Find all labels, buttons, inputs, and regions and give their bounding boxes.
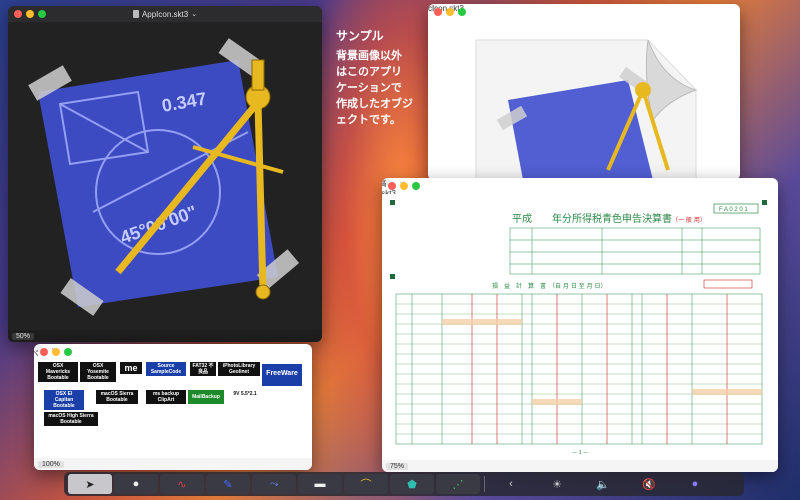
date-box bbox=[703, 279, 753, 289]
minimize-button[interactable] bbox=[400, 182, 408, 190]
form-code: F A 0 2 0 1 bbox=[719, 207, 748, 213]
chevron-down-icon[interactable]: ⌄ bbox=[191, 10, 197, 18]
label-fat32[interactable]: FAT32 不良品 bbox=[190, 362, 216, 376]
corner-mark bbox=[390, 200, 395, 205]
caption-text: サンプル 背景画像以外 はこのアプリ ケーションで 作成したオブジ ェクトです。 bbox=[336, 28, 413, 128]
form-title: 平成 年分所得税青色申告決算書 bbox=[512, 212, 672, 225]
appicon-titlebar[interactable]: AppIcon.skt3 ⌄ bbox=[8, 6, 322, 22]
caption-line: 作成したオブジ bbox=[336, 98, 413, 110]
corner-mark bbox=[762, 200, 767, 205]
zoom-button[interactable] bbox=[412, 182, 420, 190]
window-controls bbox=[434, 8, 466, 16]
arrow-tool-icon[interactable]: ➤ bbox=[68, 474, 112, 494]
label-osx-yosemite[interactable]: OSX Yosemite Bootable bbox=[80, 362, 116, 382]
zoom-level[interactable]: 75% bbox=[386, 462, 409, 470]
page-number: — 1 — bbox=[572, 450, 588, 456]
collapse-icon[interactable]: ‹ bbox=[489, 474, 533, 494]
label-macos-sierra[interactable]: macOS Sierra Bootable bbox=[96, 390, 138, 404]
siri-icon[interactable]: ● bbox=[673, 474, 717, 494]
zoom-bar: 75% bbox=[382, 460, 778, 472]
minimize-button[interactable] bbox=[52, 348, 60, 356]
bezier-tool-icon[interactable]: ⤳ bbox=[252, 474, 296, 494]
caption-line: ケーションで bbox=[336, 82, 402, 94]
mute-icon[interactable]: 🔇 bbox=[627, 474, 671, 494]
freehand-tool-icon[interactable]: ∿ bbox=[160, 474, 204, 494]
label-osx-mavericks[interactable]: OSX Mavericks Bootable bbox=[38, 362, 78, 382]
label-source-samplecode[interactable]: Source SampleCode bbox=[146, 362, 186, 376]
income-table bbox=[395, 293, 763, 445]
label-me[interactable]: me bbox=[120, 362, 142, 374]
zoom-level[interactable]: 100% bbox=[38, 460, 64, 468]
label-ms-backup[interactable]: ms backup ClipArt bbox=[146, 390, 186, 404]
zoom-button[interactable] bbox=[38, 10, 46, 18]
window-title: AppIcon.skt3 bbox=[141, 9, 189, 19]
usb-labels-window[interactable]: USBメモリーラベル.skt3 ⌄ OSX Mavericks Bootable… bbox=[34, 344, 312, 470]
close-button[interactable] bbox=[14, 10, 22, 18]
highlight-row bbox=[442, 319, 522, 325]
zoom-button[interactable] bbox=[64, 348, 72, 356]
label-freeware[interactable]: FreeWare bbox=[262, 364, 302, 386]
window-controls bbox=[14, 10, 46, 18]
label-9v[interactable]: 9V 5.5*2.1 bbox=[230, 390, 260, 398]
tax-form-canvas[interactable]: F A 0 2 0 1 平成 年分所得税青色申告決算書 （一 般 用） 損 益 … bbox=[382, 194, 778, 460]
window-controls bbox=[40, 348, 72, 356]
document-icon bbox=[132, 10, 139, 18]
appicon-window[interactable]: AppIcon.skt3 ⌄ 0.347 45°00'00" bbox=[8, 6, 322, 342]
caption-line: 背景画像以外 bbox=[336, 50, 402, 62]
blueprint-sheet bbox=[38, 60, 278, 307]
amount-columns bbox=[471, 294, 728, 444]
usb-titlebar[interactable]: USBメモリーラベル.skt3 ⌄ bbox=[34, 344, 72, 369]
polygon-tool-icon[interactable]: ⬟ bbox=[390, 474, 434, 494]
label-mailbackup[interactable]: MailBackup bbox=[188, 390, 224, 404]
app-icon-artwork[interactable]: 0.347 45°00'00" bbox=[8, 22, 322, 330]
drawing-canvas[interactable]: 0.347 45°00'00" bbox=[8, 22, 322, 330]
curve-tool-icon[interactable]: ⌒ bbox=[344, 474, 388, 494]
zoom-bar: 50% bbox=[8, 330, 322, 342]
label-osx-el-capitan[interactable]: OSX El Capitan Bootable bbox=[44, 390, 84, 410]
form-subtitle: （一 般 用） bbox=[672, 216, 706, 224]
caption-line: ェクトです。 bbox=[336, 114, 401, 126]
label-macos-high-sierra[interactable]: macOS High Sierra Bootable bbox=[44, 412, 98, 426]
shapes-tool-icon[interactable]: ● bbox=[114, 474, 158, 494]
pen-tool-icon[interactable]: ✎ bbox=[206, 474, 250, 494]
close-button[interactable] bbox=[388, 182, 396, 190]
volume-icon[interactable]: 🔈 bbox=[581, 474, 625, 494]
drawing-canvas[interactable] bbox=[428, 20, 740, 180]
docicon-titlebar[interactable]: skt3DocIcon.skt3 bbox=[428, 4, 466, 16]
minimize-button[interactable] bbox=[446, 8, 454, 16]
kessan-titlebar[interactable]: 決算書原稿_1.skt3 ⌄ bbox=[382, 178, 420, 198]
labels-canvas[interactable]: OSX Mavericks Bootable OSX Yosemite Boot… bbox=[34, 360, 312, 458]
caption-title: サンプル bbox=[336, 29, 384, 43]
close-button[interactable] bbox=[40, 348, 48, 356]
highlight-row bbox=[692, 389, 762, 395]
corner-mark bbox=[390, 274, 395, 279]
brightness-icon[interactable]: ☀ bbox=[535, 474, 579, 494]
doc-icon-artwork[interactable] bbox=[428, 20, 740, 180]
label-iphotolibrary[interactable]: iPhotoLibrary Geolinet bbox=[218, 362, 260, 376]
line-tool-icon[interactable]: ▬ bbox=[298, 474, 342, 494]
dock-separator bbox=[484, 476, 485, 492]
tax-form[interactable]: F A 0 2 0 1 平成 年分所得税青色申告決算書 （一 般 用） 損 益 … bbox=[382, 194, 778, 460]
tool-bar: ➤ ● ∿ ✎ ⤳ ▬ ⌒ ⬟ ⋰ ‹ ☀ 🔈 🔇 ● bbox=[64, 472, 744, 496]
kessan-window[interactable]: 決算書原稿_1.skt3 ⌄ F A 0 2 0 1 平成 年分所得税青色申告決… bbox=[382, 178, 778, 472]
zoom-button[interactable] bbox=[458, 8, 466, 16]
minimize-button[interactable] bbox=[26, 10, 34, 18]
caption-line: はこのアプリ bbox=[336, 66, 402, 78]
close-button[interactable] bbox=[434, 8, 442, 16]
window-controls bbox=[388, 182, 420, 190]
docicon-window[interactable]: skt3DocIcon.skt3 bbox=[428, 4, 740, 180]
zoom-level[interactable]: 50% bbox=[12, 332, 35, 340]
section-title: 損 益 計 算 書 （自 月 日 至 月 日） bbox=[492, 282, 607, 290]
header-table bbox=[509, 227, 761, 275]
highlight-row bbox=[532, 399, 582, 405]
connector-tool-icon[interactable]: ⋰ bbox=[436, 474, 480, 494]
zoom-bar: 100% bbox=[34, 458, 312, 470]
